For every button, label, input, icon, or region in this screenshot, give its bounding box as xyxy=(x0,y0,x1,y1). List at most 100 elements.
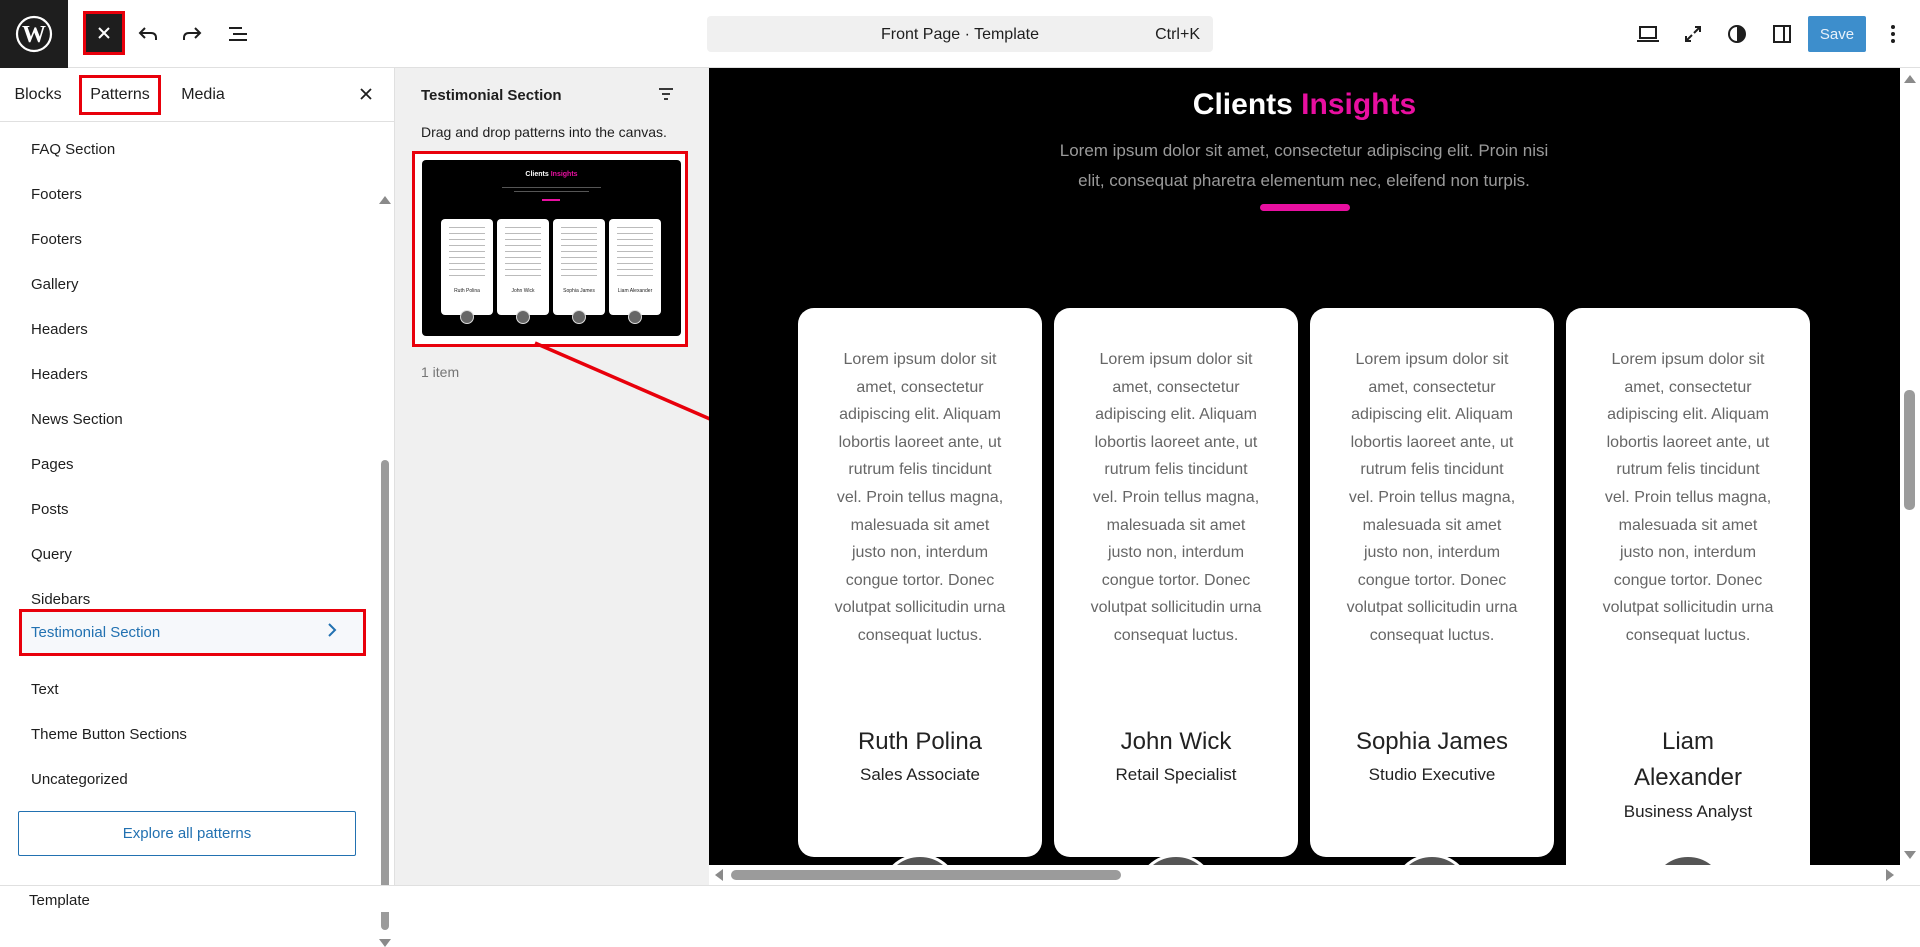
block-inserter-panel: Blocks Patterns Media FAQ Section Footer… xyxy=(0,68,395,947)
testimonial-card[interactable]: Lorem ipsum dolor sit amet, consectetur … xyxy=(1310,308,1554,857)
pattern-count: 1 item xyxy=(421,364,460,380)
scroll-down-arrow-icon[interactable] xyxy=(1904,851,1916,859)
scroll-up-arrow-icon[interactable] xyxy=(379,196,391,204)
category-item[interactable]: Gallery xyxy=(20,264,365,304)
testimonial-card[interactable]: Lorem ipsum dolor sit amet, consectetur … xyxy=(1566,308,1810,865)
kebab-menu-icon xyxy=(1891,25,1895,43)
device-preview-button[interactable] xyxy=(1628,14,1668,54)
wordpress-logo-icon[interactable]: W xyxy=(0,0,68,68)
category-item[interactable]: Footers xyxy=(20,219,365,259)
document-bar[interactable]: Front Page · Template Ctrl+K xyxy=(707,16,1213,52)
preview-text-line xyxy=(502,187,601,188)
section-subtitle[interactable]: Lorem ipsum dolor sit amet, consectetur … xyxy=(1049,136,1559,196)
category-item[interactable]: Headers xyxy=(20,354,365,394)
scroll-up-arrow-icon[interactable] xyxy=(1904,75,1916,83)
canvas-vertical-scrollbar[interactable] xyxy=(1900,68,1920,865)
canvas-horizontal-scrollbar[interactable] xyxy=(709,865,1900,885)
category-list-scrollbar[interactable] xyxy=(381,460,389,930)
pattern-preview-testimonial[interactable]: Clients Insights Ruth Polina John Wick S… xyxy=(412,151,688,347)
testimonial-role[interactable]: Studio Executive xyxy=(1324,765,1540,785)
scroll-left-arrow-icon[interactable] xyxy=(715,869,723,881)
tab-blocks[interactable]: Blocks xyxy=(8,76,68,114)
document-title: Front Page · Template xyxy=(880,26,1039,43)
close-icon xyxy=(360,88,372,100)
filter-icon xyxy=(659,88,673,100)
preview-accent-bar xyxy=(542,199,560,201)
preview-card: Ruth Polina xyxy=(441,219,493,315)
pattern-thumbnail: Clients Insights Ruth Polina John Wick S… xyxy=(422,160,681,336)
list-view-button[interactable] xyxy=(218,14,258,54)
category-item-testimonial-section[interactable]: Testimonial Section xyxy=(19,609,366,656)
testimonial-text[interactable]: Lorem ipsum dolor sit amet, consectetur … xyxy=(1090,346,1262,650)
accent-divider xyxy=(1260,204,1350,211)
testimonial-text[interactable]: Lorem ipsum dolor sit amet, consectetur … xyxy=(1346,346,1518,650)
scroll-down-arrow-icon[interactable] xyxy=(379,939,391,947)
inserter-tabs: Blocks Patterns Media xyxy=(0,68,395,122)
category-item[interactable]: FAQ Section xyxy=(20,129,365,169)
expand-icon xyxy=(1685,26,1701,42)
preview-title: Clients Insights xyxy=(525,171,578,178)
settings-sidebar-button[interactable] xyxy=(1762,14,1802,54)
category-item[interactable]: Query xyxy=(20,534,365,574)
preview-avatar xyxy=(460,310,474,324)
testimonial-card[interactable]: Lorem ipsum dolor sit amet, consectetur … xyxy=(1054,308,1298,857)
preview-card: Sophia James xyxy=(553,219,605,315)
section-heading[interactable]: Clients Insights xyxy=(709,88,1900,122)
testimonial-name[interactable]: John Wick xyxy=(1068,724,1284,760)
testimonial-role[interactable]: Sales Associate xyxy=(812,765,1028,785)
scroll-right-arrow-icon[interactable] xyxy=(1886,869,1894,881)
tab-media[interactable]: Media xyxy=(172,76,234,114)
filter-button[interactable] xyxy=(656,84,676,104)
pattern-list-panel: Testimonial Section Drag and drop patter… xyxy=(395,68,709,885)
pattern-category-list: FAQ Section Footers Footers Gallery Head… xyxy=(0,122,380,867)
category-item[interactable]: Headers xyxy=(20,309,365,349)
testimonial-role[interactable]: Business Analyst xyxy=(1580,802,1796,822)
category-item[interactable]: Footers xyxy=(20,174,365,214)
contrast-icon xyxy=(1728,25,1746,43)
category-item[interactable]: Theme Button Sections xyxy=(20,714,365,754)
testimonial-card[interactable]: Lorem ipsum dolor sit amet, consectetur … xyxy=(798,308,1042,857)
redo-icon xyxy=(183,27,202,40)
undo-icon xyxy=(138,27,157,40)
tab-patterns[interactable]: Patterns xyxy=(79,75,161,115)
testimonial-name[interactable]: Ruth Polina xyxy=(812,724,1028,760)
save-button[interactable]: Save xyxy=(1808,16,1866,52)
options-menu-button[interactable] xyxy=(1873,14,1913,54)
testimonial-text[interactable]: Lorem ipsum dolor sit amet, consectetur … xyxy=(1602,346,1774,650)
block-breadcrumb[interactable]: Template xyxy=(29,892,90,909)
fullscreen-button[interactable] xyxy=(1673,14,1713,54)
close-panel-button[interactable] xyxy=(354,82,378,106)
preview-card: Liam Alexander xyxy=(609,219,661,315)
editor-footer: Template xyxy=(0,885,1920,912)
testimonial-name[interactable]: Liam Alexander xyxy=(1606,724,1770,796)
testimonial-role[interactable]: Retail Specialist xyxy=(1068,765,1284,785)
category-item[interactable]: Posts xyxy=(20,489,365,529)
category-item[interactable]: Uncategorized xyxy=(20,759,365,799)
category-item[interactable]: Text xyxy=(20,669,365,709)
canvas-vertical-scroll-thumb[interactable] xyxy=(1904,390,1915,510)
category-label: Testimonial Section xyxy=(31,624,161,641)
preview-card: John Wick xyxy=(497,219,549,315)
svg-text:W: W xyxy=(22,22,46,48)
preview-avatar xyxy=(572,310,586,324)
testimonial-text[interactable]: Lorem ipsum dolor sit amet, consectetur … xyxy=(834,346,1006,650)
editor-top-bar: W Front Page · Template Ctrl+K Save xyxy=(0,0,1920,68)
redo-button[interactable] xyxy=(172,14,212,54)
styles-button[interactable] xyxy=(1717,14,1757,54)
category-item[interactable]: News Section xyxy=(20,399,365,439)
testimonial-name[interactable]: Sophia James xyxy=(1324,724,1540,760)
chevron-right-icon xyxy=(328,623,337,637)
category-item[interactable]: Pages xyxy=(20,444,365,484)
undo-button[interactable] xyxy=(128,14,168,54)
list-view-icon xyxy=(229,27,247,41)
sidebar-icon xyxy=(1773,25,1791,43)
canvas-horizontal-scroll-thumb[interactable] xyxy=(731,870,1121,880)
explore-all-patterns-button[interactable]: Explore all patterns xyxy=(18,811,356,856)
editor-canvas[interactable]: Clients Insights Lorem ipsum dolor sit a… xyxy=(709,68,1900,865)
pattern-category-title: Testimonial Section xyxy=(421,87,562,104)
preview-text-line xyxy=(514,191,589,192)
drag-hint: Drag and drop patterns into the canvas. xyxy=(421,124,667,140)
laptop-icon xyxy=(1637,26,1659,42)
command-shortcut: Ctrl+K xyxy=(1155,26,1200,43)
close-inserter-button[interactable] xyxy=(83,11,125,55)
